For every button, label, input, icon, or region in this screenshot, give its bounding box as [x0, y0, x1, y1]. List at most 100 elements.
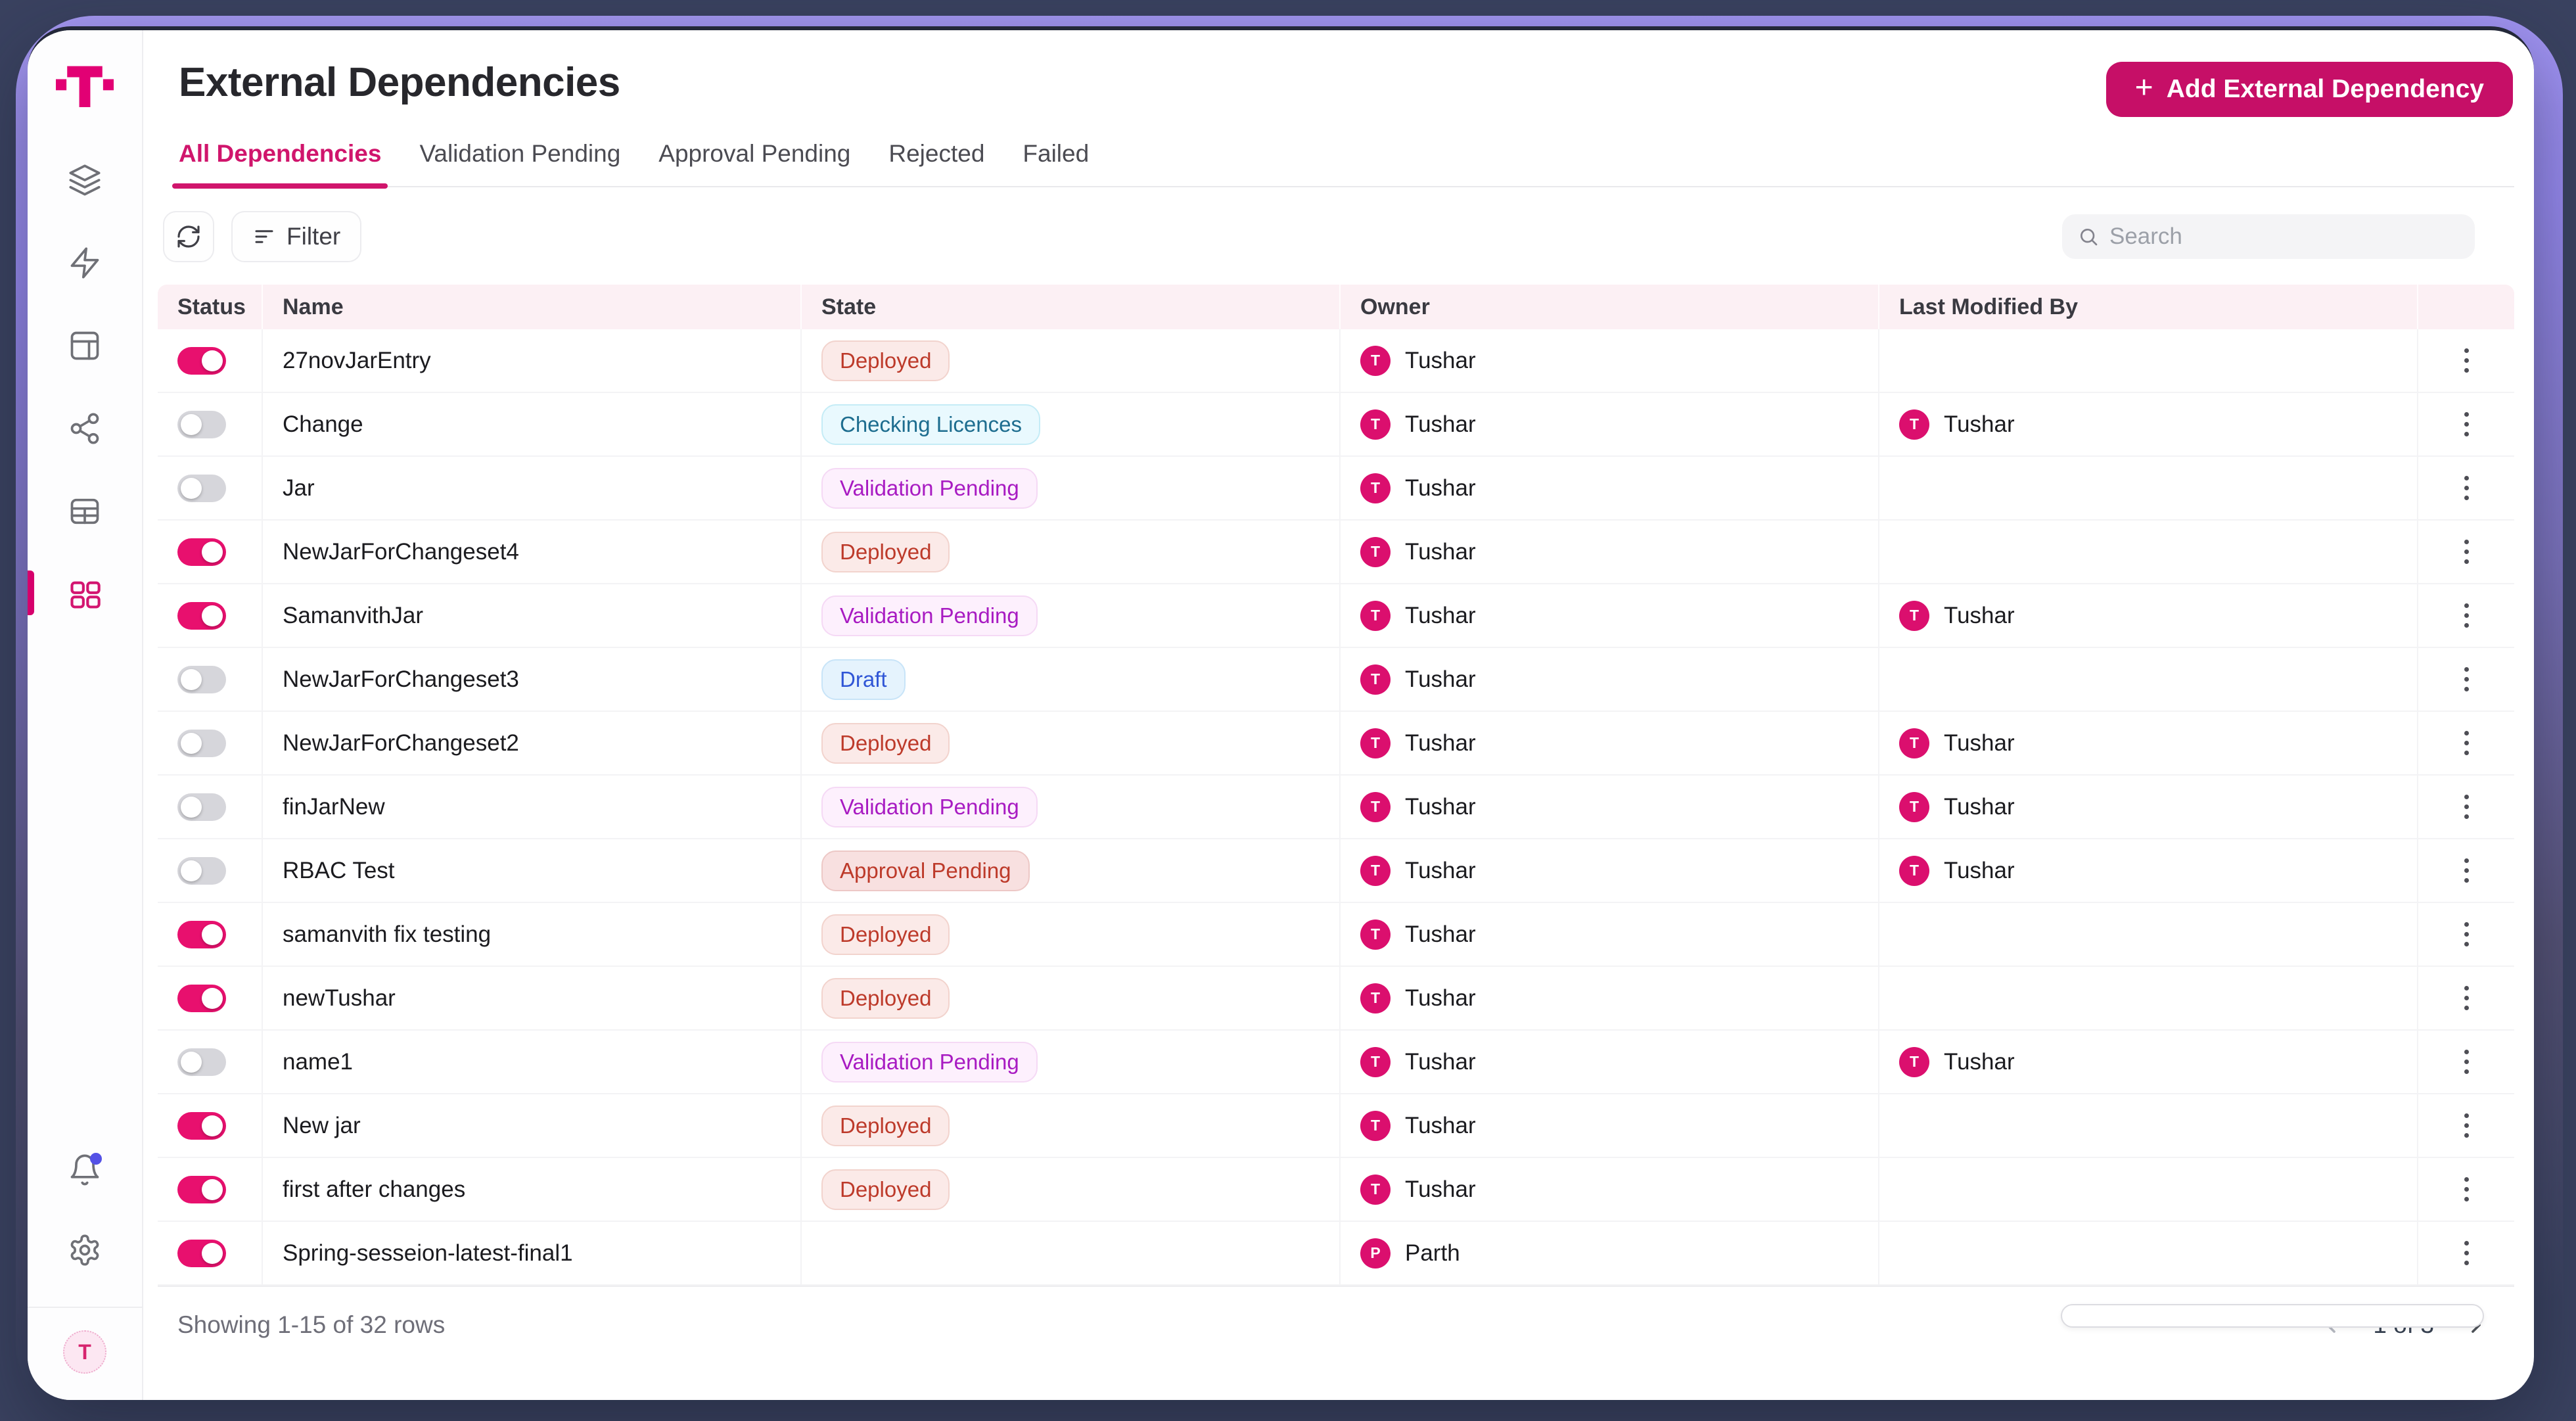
row-actions-kebab-icon[interactable] — [2455, 1168, 2478, 1211]
row-actions-kebab-icon[interactable] — [2455, 339, 2478, 382]
notifications-button[interactable] — [66, 1152, 103, 1188]
table-row: first after changes Deployed T Tushar — [158, 1158, 2514, 1222]
last-modified-by-avatar: T — [1899, 601, 1929, 631]
sidebar-item-dependencies[interactable] — [66, 576, 103, 613]
dependency-name: finJarNew — [283, 794, 385, 820]
last-modified-by-avatar: T — [1899, 792, 1929, 822]
row-actions-kebab-icon[interactable] — [2455, 1232, 2478, 1274]
toggle-knob — [181, 733, 202, 754]
tab-validation-pending[interactable]: Validation Pending — [419, 140, 620, 186]
settings-button[interactable] — [66, 1232, 103, 1269]
row-actions-kebab-icon[interactable] — [2455, 1040, 2478, 1083]
row-actions-kebab-icon[interactable] — [2455, 977, 2478, 1019]
row-actions-kebab-icon[interactable] — [2455, 913, 2478, 956]
sidebar-item-share[interactable] — [66, 410, 103, 447]
last-modified-by-avatar: T — [1899, 1047, 1929, 1077]
active-nav-indicator — [28, 571, 34, 615]
column-header-last-modified-by: Last Modified By — [1879, 285, 2418, 329]
status-toggle[interactable] — [177, 1176, 226, 1203]
zap-icon — [68, 246, 102, 280]
status-toggle[interactable] — [177, 666, 226, 693]
filter-button[interactable]: Filter — [231, 211, 361, 262]
table-row: RBAC Test Approval Pending T Tushar T Tu… — [158, 839, 2514, 903]
table-row: NewJarForChangeset4 Deployed T Tushar — [158, 521, 2514, 584]
state-badge: Validation Pending — [821, 595, 1038, 636]
row-actions-kebab-icon[interactable] — [2455, 467, 2478, 509]
row-actions-kebab-icon[interactable] — [2455, 530, 2478, 573]
status-toggle[interactable] — [177, 857, 226, 885]
owner-name: Tushar — [1405, 1049, 1476, 1075]
dependency-name: Jar — [283, 475, 315, 501]
owner-avatar: T — [1360, 1175, 1391, 1205]
search-icon — [2078, 226, 2099, 247]
status-toggle[interactable] — [177, 985, 226, 1012]
app-window: T External Dependencies + Add External D… — [28, 26, 2534, 1400]
owner-name: Tushar — [1405, 603, 1476, 629]
refresh-button[interactable] — [163, 211, 214, 262]
status-toggle[interactable] — [177, 1048, 226, 1076]
sidebar-item-table[interactable] — [66, 493, 103, 530]
tab-approval-pending[interactable]: Approval Pending — [658, 140, 850, 186]
status-toggle[interactable] — [177, 793, 226, 821]
add-external-dependency-button[interactable]: + Add External Dependency — [2106, 62, 2513, 117]
plus-icon: + — [2135, 72, 2153, 104]
row-actions-kebab-icon[interactable] — [2455, 403, 2478, 446]
status-toggle[interactable] — [177, 602, 226, 630]
toggle-knob — [181, 797, 202, 818]
owner-avatar: T — [1360, 792, 1391, 822]
search-input[interactable] — [2109, 223, 2459, 250]
row-actions-kebab-icon[interactable] — [2455, 785, 2478, 828]
tab-all-dependencies[interactable]: All Dependencies — [179, 140, 381, 186]
sidebar-item-layers[interactable] — [66, 162, 103, 198]
state-badge: Deployed — [821, 1106, 950, 1146]
dependency-name: 27novJarEntry — [283, 348, 431, 374]
dependency-name: first after changes — [283, 1176, 465, 1203]
horizontal-scrollbar[interactable] — [2061, 1304, 2484, 1328]
owner-name: Tushar — [1405, 985, 1476, 1012]
owner-avatar: T — [1360, 983, 1391, 1013]
table-row: Change Checking Licences T Tushar T Tush… — [158, 393, 2514, 457]
state-badge: Deployed — [821, 532, 950, 572]
dependency-name: New jar — [283, 1113, 361, 1139]
toggle-knob — [202, 350, 223, 371]
telekom-logo[interactable] — [55, 57, 115, 114]
dependency-name: newTushar — [283, 985, 396, 1012]
state-badge: Deployed — [821, 1169, 950, 1210]
status-toggle[interactable] — [177, 475, 226, 502]
status-toggle[interactable] — [177, 921, 226, 948]
row-actions-kebab-icon[interactable] — [2455, 1104, 2478, 1147]
state-badge: Approval Pending — [821, 850, 1030, 891]
last-modified-by-avatar: T — [1899, 409, 1929, 440]
status-toggle[interactable] — [177, 411, 226, 438]
row-actions-kebab-icon[interactable] — [2455, 722, 2478, 764]
table-header: Status Name State Owner Last Modified By — [158, 285, 2514, 329]
column-header-state: State — [802, 285, 1341, 329]
table-row: Jar Validation Pending T Tushar — [158, 457, 2514, 521]
status-toggle[interactable] — [177, 730, 226, 757]
column-header-actions — [2418, 285, 2514, 329]
owner-avatar: T — [1360, 920, 1391, 950]
state-badge: Validation Pending — [821, 468, 1038, 509]
toggle-knob — [181, 860, 202, 881]
row-actions-kebab-icon[interactable] — [2455, 594, 2478, 637]
sidebar-item-layout[interactable] — [66, 327, 103, 364]
status-toggle[interactable] — [177, 347, 226, 375]
last-modified-by-name: Tushar — [1944, 794, 2015, 820]
share-icon — [68, 411, 102, 446]
owner-name: Parth — [1405, 1240, 1460, 1267]
sidebar-item-zap[interactable] — [66, 245, 103, 281]
user-avatar[interactable]: T — [63, 1330, 106, 1374]
tab-failed[interactable]: Failed — [1023, 140, 1089, 186]
status-toggle[interactable] — [177, 1112, 226, 1140]
row-actions-kebab-icon[interactable] — [2455, 658, 2478, 701]
column-header-status: Status — [158, 285, 263, 329]
status-toggle[interactable] — [177, 538, 226, 566]
status-toggle[interactable] — [177, 1240, 226, 1267]
toggle-knob — [202, 1243, 223, 1264]
toggle-knob — [202, 1179, 223, 1200]
tab-bar: All Dependencies Validation Pending Appr… — [179, 140, 2514, 187]
tab-rejected[interactable]: Rejected — [888, 140, 984, 186]
owner-avatar: T — [1360, 346, 1391, 376]
row-actions-kebab-icon[interactable] — [2455, 849, 2478, 892]
last-modified-by-name: Tushar — [1944, 858, 2015, 884]
